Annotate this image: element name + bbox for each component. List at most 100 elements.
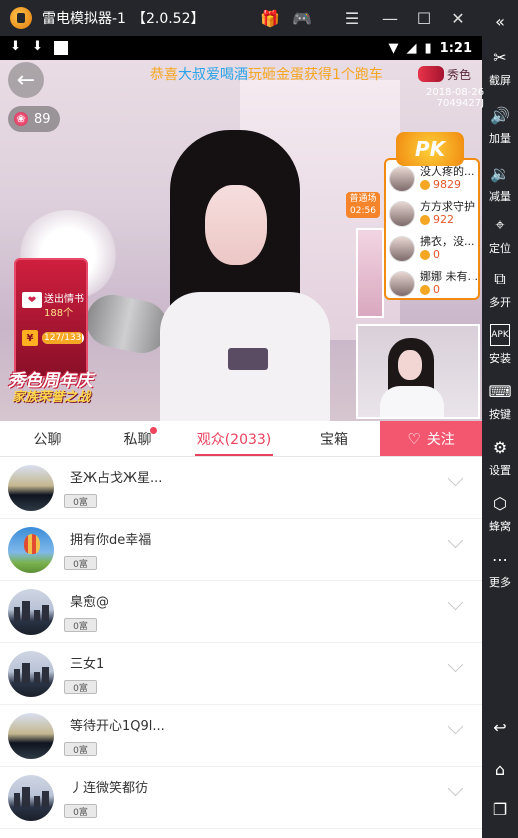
rail-item-label: 截屏 [489, 74, 511, 87]
guest-face [398, 350, 422, 380]
building [34, 672, 40, 683]
chevron-down-icon[interactable] [446, 787, 466, 799]
double-chevron-left-icon: « [495, 11, 505, 31]
building [34, 610, 40, 621]
tab-audience[interactable]: 观众(2033) [180, 421, 288, 457]
room-code: 7049427J [436, 98, 485, 109]
brand-label: 秀色 [447, 68, 472, 82]
rail-item-screenshot[interactable]: ✂ 截屏 [482, 46, 518, 88]
avatar [8, 713, 54, 759]
signal-icon: ◢ [406, 40, 417, 56]
gamepad-icon[interactable]: 🎮 [286, 0, 318, 36]
rail-item-label: 蜂窝 [489, 520, 511, 533]
rail-item-hive[interactable]: ⬡ 蜂窝 [482, 492, 518, 534]
avatar [389, 271, 415, 297]
love-letter-icon: ❤ [22, 292, 42, 308]
arrow-left-icon: ← [16, 67, 36, 93]
list-item[interactable]: 圣Ж占戈Ж星... 0富 [0, 457, 482, 519]
rail-item-label: 更多 [489, 576, 511, 589]
pk-entry[interactable]: 方方求守护 922 [386, 195, 478, 230]
building [14, 669, 20, 683]
pk-entry-value: 922 [433, 213, 454, 226]
pk-entry[interactable]: 拂衣，没... 0 [386, 230, 478, 265]
tab-label: 私聊 [123, 432, 152, 448]
list-item[interactable]: 三女1 0富 [0, 643, 482, 705]
menu-icon[interactable]: ☰ [336, 0, 368, 36]
rail-item-more[interactable]: ⋯ 更多 [482, 548, 518, 590]
user-name: 等待开心1Q9l... [70, 719, 165, 734]
family-battle-banner[interactable]: 家族荣誉之战 [12, 386, 90, 405]
pk-badge[interactable]: PK [396, 132, 464, 166]
list-item[interactable]: 丿连微笑都彷 0富 [0, 767, 482, 829]
list-item[interactable]: 拥有你de幸福 0富 [0, 519, 482, 581]
download-icon [32, 39, 44, 55]
avatar [389, 166, 415, 192]
avatar [8, 527, 54, 573]
pk-opponent-thumb[interactable] [356, 228, 384, 318]
apk-install-icon: APK [490, 324, 510, 346]
rose-counter[interactable]: ❀ 89 [8, 106, 60, 132]
microphone [81, 290, 173, 358]
avatar [8, 651, 54, 697]
building [22, 601, 30, 621]
tab-label: 公聊 [33, 432, 62, 448]
rail-item-keymap[interactable]: ⌨ 按键 [482, 380, 518, 422]
pk-list[interactable]: 没人疼的... 9829 方方求守护 922 拂衣，没... 0 娜娜 未有..… [384, 158, 480, 300]
home-icon: ⌂ [494, 759, 506, 779]
list-item[interactable]: 等待开心1Q9l... 0富 [0, 705, 482, 767]
chevron-down-icon[interactable] [446, 601, 466, 613]
balloon [24, 534, 40, 554]
title-bar: 雷电模拟器-1 【2.0.52】 🎁 🎮 ☰ — ☐ ✕ [0, 0, 518, 36]
minimize-icon[interactable]: — [374, 0, 406, 36]
nav-back-button[interactable]: ↩ [482, 716, 518, 738]
avatar [8, 465, 54, 511]
rail-item-volume-down[interactable]: 🔉 减量 [482, 162, 518, 204]
tab-private-chat[interactable]: 私聊 [95, 421, 180, 457]
rail-item-install[interactable]: APK 安装 [482, 324, 518, 366]
gift-marquee: 恭喜大叔爱喝酒玩砸金蛋获得1个跑车 [150, 64, 383, 84]
rail-item-volume-up[interactable]: 🔊 加量 [482, 104, 518, 146]
chevron-down-icon[interactable] [446, 725, 466, 737]
window-title: 雷电模拟器-1 [42, 11, 126, 27]
scissors-icon: ✂ [493, 47, 507, 67]
chevron-down-icon[interactable] [446, 663, 466, 675]
follow-label: 关注 [426, 431, 455, 448]
promo-card[interactable]: ❤ 送出情书 188个 ¥ 127/133 [14, 258, 88, 378]
window-version: 【2.0.52】 [131, 11, 205, 27]
guest-video-thumb[interactable] [356, 324, 480, 419]
rail-item-multi-instance[interactable]: ⧉ 多开 [482, 268, 518, 310]
back-button[interactable]: ← [8, 62, 44, 98]
rail-item-location[interactable]: ⌖ 定位 [482, 214, 518, 256]
chevron-down-icon[interactable] [446, 539, 466, 551]
streamer-face [205, 185, 267, 265]
maximize-icon[interactable]: ☐ [408, 0, 440, 36]
building [42, 605, 49, 621]
pk-entry[interactable]: 娜娜 未有... 0 [386, 265, 478, 300]
close-icon[interactable]: ✕ [442, 0, 474, 36]
tab-treasure[interactable]: 宝箱 [288, 421, 380, 457]
keyboard-icon: ⌨ [488, 381, 512, 401]
chevron-down-icon[interactable] [446, 477, 466, 489]
rail-item-label: 减量 [489, 190, 511, 203]
unread-dot [150, 427, 157, 434]
marquee-text: 玩砸金蛋获得1个跑车 [248, 67, 383, 83]
collapse-rail-button[interactable]: « [482, 10, 518, 32]
gift-icon[interactable]: 🎁 [254, 0, 286, 36]
list-item[interactable]: 臬愈@ 0富 [0, 581, 482, 643]
follow-button[interactable]: ♡ 关注 [380, 421, 482, 456]
active-tab-indicator [195, 454, 273, 456]
app-logo-icon [10, 7, 32, 29]
nav-home-button[interactable]: ⌂ [482, 758, 518, 780]
rail-item-label: 安装 [489, 352, 511, 365]
pk-entry-value: 0 [433, 283, 440, 296]
pk-mode-badge: 普通场 02:56 [346, 192, 380, 218]
heart-plus-icon: ♡ [407, 429, 421, 448]
location-icon: ⌖ [495, 215, 505, 234]
promo-title: 送出情书 [44, 294, 84, 305]
avatar [8, 589, 54, 635]
nav-recents-button[interactable]: ❐ [482, 798, 518, 820]
chevron-right-icon[interactable]: › [470, 266, 477, 287]
hive-icon: ⬡ [493, 493, 507, 513]
rail-item-settings[interactable]: ⚙ 设置 [482, 436, 518, 478]
tab-public-chat[interactable]: 公聊 [0, 421, 95, 457]
